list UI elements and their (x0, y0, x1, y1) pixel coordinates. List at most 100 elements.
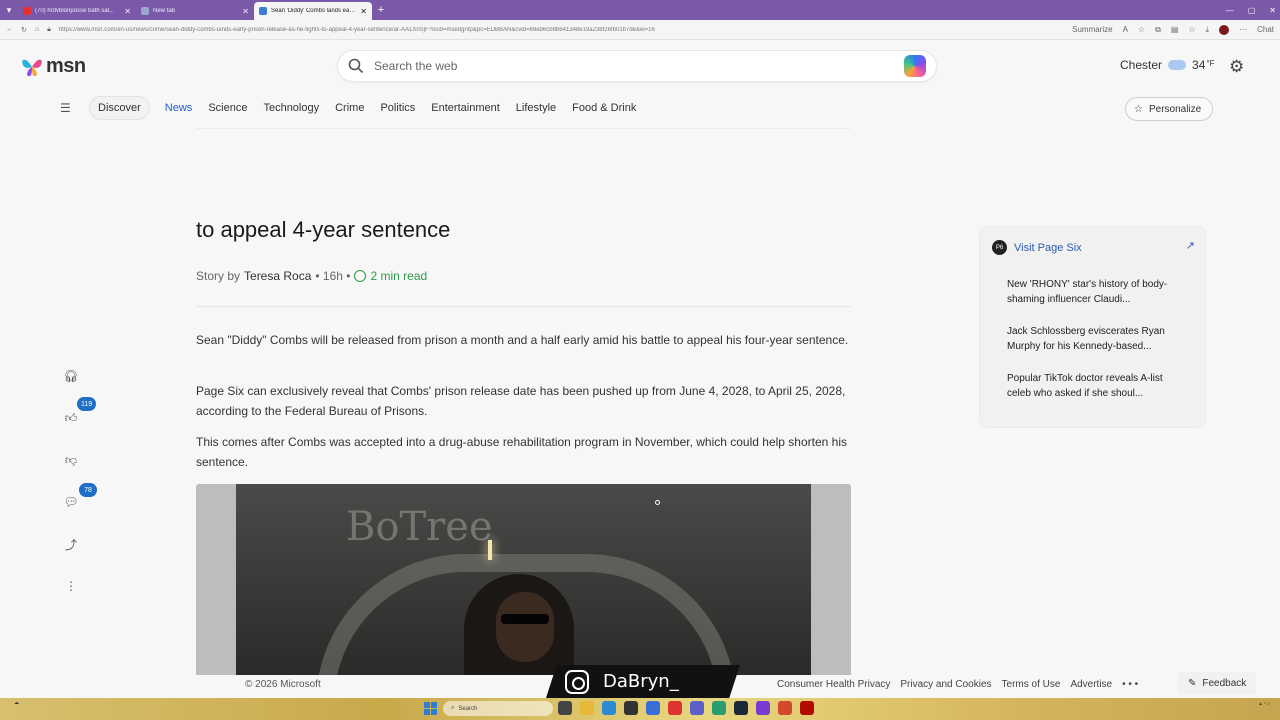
windows-start-icon[interactable] (424, 702, 437, 715)
photo-letterbox-right (811, 484, 851, 675)
app-icon[interactable] (778, 701, 792, 715)
system-tray[interactable]: ▴ ◔ ♪ (1259, 701, 1270, 708)
headphones-icon: 🎧︎ (63, 369, 79, 383)
extensions-icon[interactable]: ⧉ (1155, 25, 1161, 35)
edge-icon[interactable] (602, 701, 616, 715)
byline-divider (196, 306, 851, 307)
summarize-button[interactable]: Summarize (1072, 25, 1112, 34)
search-icon: ⌕ (451, 705, 455, 711)
lock-icon[interactable]: 🔒︎ (47, 26, 51, 34)
url-field[interactable]: https://www.msn.com/en-us/news/crime/sea… (59, 27, 1064, 33)
footer-link-terms[interactable]: Terms of Use (1002, 679, 1061, 690)
nav-lifestyle[interactable]: Lifestyle (508, 96, 564, 120)
file-explorer-icon[interactable] (580, 701, 594, 715)
footer-more-icon[interactable]: • • • (1122, 679, 1138, 690)
cloud-icon (1168, 60, 1187, 70)
author-link[interactable]: Teresa Roca (244, 269, 311, 283)
weather-widget[interactable]: Chester 34 °F (1120, 58, 1214, 72)
nav-politics[interactable]: Politics (372, 96, 423, 120)
newtab-favicon-icon (141, 7, 149, 15)
app-icon[interactable] (624, 701, 638, 715)
publisher-header[interactable]: P6 Visit Page Six (992, 240, 1082, 255)
footer-link-health-privacy[interactable]: Consumer Health Privacy (777, 679, 890, 690)
task-view-icon[interactable] (558, 701, 572, 715)
feedback-button[interactable]: ✎ Feedback (1178, 672, 1257, 694)
tab-new-tab[interactable]: New tab ✕ (136, 2, 254, 20)
back-icon[interactable]: ← (6, 26, 13, 33)
taskbar-weather-icon[interactable]: ☁ (14, 700, 19, 707)
maximize-icon[interactable]: ▢ (1248, 6, 1256, 15)
new-tab-button[interactable]: + (372, 0, 390, 20)
more-options-button[interactable]: ⋮ (57, 572, 85, 600)
downloads-icon[interactable]: ⤓ (1206, 25, 1210, 35)
dislike-button[interactable]: 👎︎ (57, 446, 85, 474)
windows-taskbar: ☁ ⌕ Search ▴ ◔ ♪ (0, 698, 1280, 720)
hamburger-menu-icon[interactable]: ☰ (60, 101, 74, 115)
close-window-icon[interactable]: ✕ (1269, 6, 1276, 15)
footer-link-advertise[interactable]: Advertise (1070, 679, 1112, 690)
close-tab-icon[interactable]: ✕ (242, 7, 249, 16)
close-tab-icon[interactable]: ✕ (360, 7, 367, 16)
tab-actions-icon[interactable]: ▾ (0, 0, 18, 20)
copilot-icon[interactable] (904, 55, 926, 77)
share-button[interactable]: ⤴ (57, 530, 85, 558)
mouse-cursor-icon (655, 500, 660, 505)
nav-science[interactable]: Science (200, 96, 255, 120)
external-link-icon[interactable]: ↗ (1186, 239, 1195, 252)
story-by-label: Story by (196, 269, 241, 283)
search-input[interactable]: Search the web (374, 59, 894, 73)
tab-title: (70) hrdvblonposse bath sal... (35, 8, 115, 14)
nav-entertainment[interactable]: Entertainment (423, 96, 507, 120)
publisher-card: P6 Visit Page Six ↗ New 'RHONY' star's h… (979, 226, 1206, 428)
app-icon[interactable] (734, 701, 748, 715)
related-story[interactable]: Jack Schlossberg eviscerates Ryan Murphy… (1007, 324, 1177, 354)
refresh-icon[interactable]: ↻ (21, 26, 27, 34)
butterfly-logo-icon (22, 59, 42, 76)
listen-button[interactable]: 🎧︎ (57, 362, 85, 390)
minimize-icon[interactable]: — (1226, 6, 1234, 15)
more-menu-icon[interactable]: ⋯ (1239, 25, 1247, 34)
photo-sign: BoTree (346, 504, 493, 550)
article-photo[interactable]: BoTree (196, 484, 851, 675)
article-paragraph: Sean "Diddy" Combs will be released from… (196, 333, 849, 347)
app-icon[interactable] (690, 701, 704, 715)
taskbar-search-label: Search (458, 705, 478, 712)
visit-publisher-link[interactable]: Visit Page Six (1014, 242, 1082, 254)
tab-msn-article[interactable]: Sean 'Diddy' Combs lands early p... ✕ (254, 2, 372, 20)
footer-link-privacy[interactable]: Privacy and Cookies (900, 679, 991, 690)
like-count-badge: 119 (77, 397, 97, 411)
photo-sunglasses (501, 614, 549, 624)
close-tab-icon[interactable]: ✕ (124, 7, 131, 16)
tab-title: Sean 'Diddy' Combs lands early p... (271, 8, 357, 14)
search-bar[interactable]: Search the web (337, 50, 937, 82)
nav-technology[interactable]: Technology (255, 96, 327, 120)
streamer-overlay: DaBryn_ (545, 665, 740, 701)
personalize-button[interactable]: ☆ Personalize (1125, 97, 1214, 121)
app-icon[interactable] (646, 701, 660, 715)
related-story[interactable]: New 'RHONY' star's history of body-shami… (1007, 277, 1177, 307)
msn-logo[interactable]: msn (20, 55, 86, 78)
app-icon[interactable] (668, 701, 682, 715)
tab-youtube[interactable]: (70) hrdvblonposse bath sal... ✕ (18, 2, 136, 20)
nav-crime[interactable]: Crime (327, 96, 372, 120)
profile-avatar[interactable] (1219, 24, 1230, 35)
home-icon[interactable]: ⌂ (35, 26, 39, 33)
acrobat-icon[interactable] (800, 701, 814, 715)
gear-icon[interactable]: ⚙ (1229, 57, 1244, 77)
nav-news[interactable]: News (157, 96, 201, 120)
category-nav: ☰ Discover News Science Technology Crime… (60, 96, 644, 120)
nav-discover[interactable]: Discover (89, 96, 150, 120)
app-icon[interactable] (712, 701, 726, 715)
related-story[interactable]: Popular TikTok doctor reveals A-list cel… (1007, 371, 1177, 401)
favorite-star-icon[interactable]: ☆ (1138, 25, 1145, 34)
tab-title: New tab (153, 8, 176, 14)
collections-icon[interactable]: ▤ (1171, 25, 1179, 34)
comment-count-badge: 78 (79, 483, 97, 497)
read-aloud-icon[interactable]: A (1123, 25, 1128, 34)
copilot-chat-button[interactable]: Chat (1257, 25, 1274, 34)
taskbar-search[interactable]: ⌕ Search (443, 701, 553, 716)
nav-food-drink[interactable]: Food & Drink (564, 96, 644, 120)
app-icon[interactable] (756, 701, 770, 715)
favorites-icon[interactable]: ☆ (1188, 25, 1195, 34)
msn-favicon-icon (259, 7, 267, 15)
